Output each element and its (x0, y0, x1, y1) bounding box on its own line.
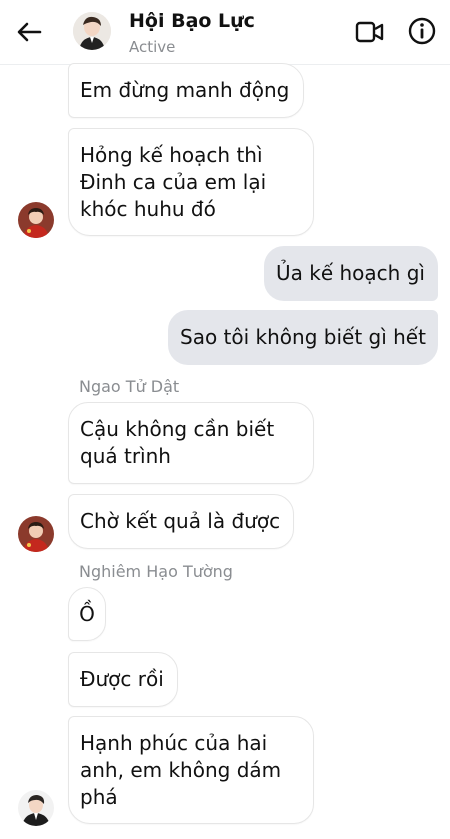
message-text: Em đừng manh động (80, 78, 290, 102)
info-icon[interactable] (407, 16, 437, 46)
message-bubble[interactable]: Hỏng kế hoạch thì Đinh ca của em lại khó… (68, 128, 314, 236)
group-avatar[interactable] (73, 12, 111, 50)
back-arrow-icon[interactable] (14, 18, 44, 46)
sender-avatar[interactable] (18, 790, 54, 826)
message-text: Chờ kết quả là được (80, 509, 281, 533)
message-text: Ủa kế hoạch gì (276, 261, 425, 285)
message-text: Ồ (79, 601, 95, 626)
message-bubble[interactable]: Hạnh phúc của hai anh, em không dám phá (68, 716, 314, 824)
message-text: Cậu không cần biết quá trình (80, 417, 275, 468)
message-bubble[interactable]: Em đừng manh động (68, 63, 304, 118)
video-call-icon[interactable] (355, 19, 385, 45)
sender-avatar[interactable] (18, 516, 54, 552)
message-text: Hạnh phúc của hai anh, em không dám phá (80, 730, 282, 809)
chat-title: Hội Bạo Lực (129, 10, 255, 32)
sender-avatar[interactable] (18, 202, 54, 238)
active-status: Active (129, 38, 176, 56)
message-bubble[interactable]: Cậu không cần biết quá trình (68, 402, 314, 484)
message-bubble[interactable]: Chờ kết quả là được (68, 494, 294, 549)
message-bubble[interactable]: Ủa kế hoạch gì (264, 246, 438, 301)
message-text: Hỏng kế hoạch thì Đinh ca của em lại khó… (80, 142, 267, 221)
sender-name: Nghiêm Hạo Tường (79, 562, 233, 581)
sender-name: Ngao Tử Dật (79, 377, 180, 396)
chat-header: Hội Bạo Lực Active (0, 0, 450, 65)
message-text: Được rồi (80, 667, 164, 691)
message-text: Sao tôi không biết gì hết (180, 325, 426, 349)
message-bubble[interactable]: Được rồi (68, 652, 178, 707)
message-bubble[interactable]: Sao tôi không biết gì hết (168, 310, 438, 365)
message-bubble[interactable]: Ồ (68, 587, 106, 641)
